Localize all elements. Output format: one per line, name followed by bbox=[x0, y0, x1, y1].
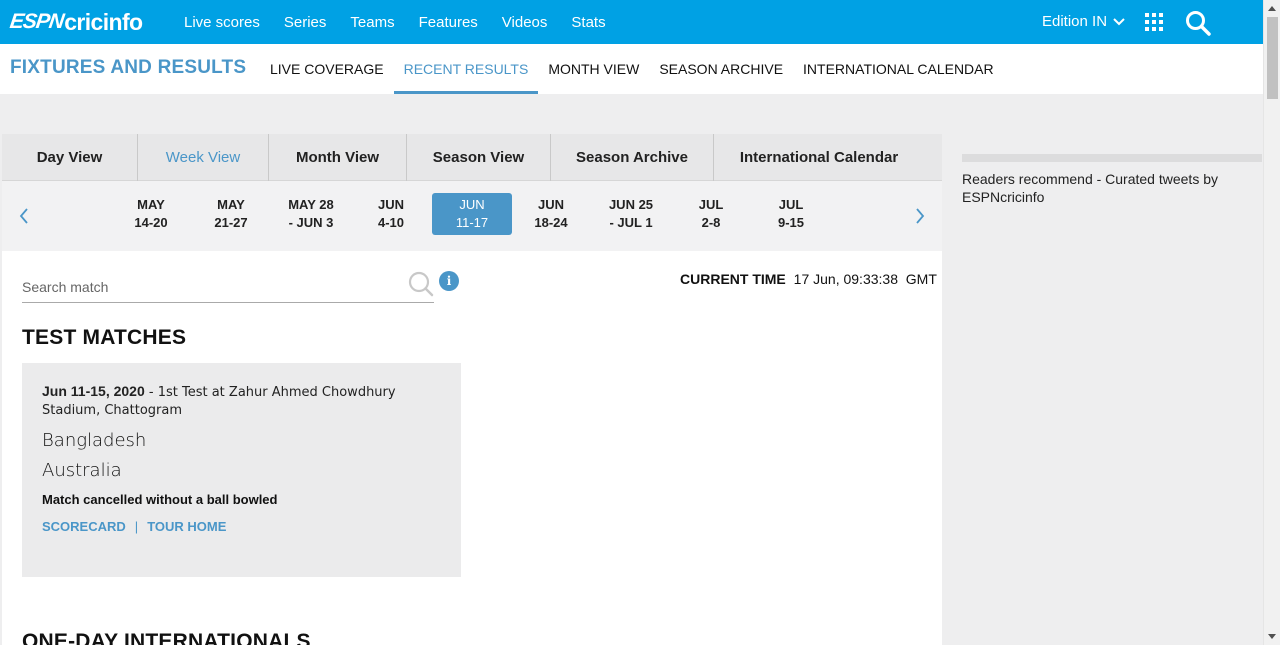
nav-live-scores[interactable]: Live scores bbox=[184, 14, 260, 31]
subnav-month-view[interactable]: MONTH VIEW bbox=[538, 44, 649, 94]
edition-selector[interactable]: Edition IN bbox=[1042, 13, 1125, 30]
page-scrollbar[interactable] bbox=[1263, 0, 1280, 645]
week-item[interactable]: JUL 9-15 bbox=[751, 193, 831, 235]
apps-grid-icon[interactable] bbox=[1145, 13, 1163, 31]
right-rail: Readers recommend - Curated tweets by ES… bbox=[962, 154, 1262, 206]
week-item[interactable]: JUN 4-10 bbox=[351, 193, 431, 235]
week-item[interactable]: MAY 28 - JUN 3 bbox=[271, 193, 351, 235]
week-month: JUL bbox=[778, 197, 804, 212]
week-month: JUL bbox=[698, 197, 724, 212]
match-search bbox=[22, 268, 434, 303]
week-item-selected[interactable]: JUN 11-17 bbox=[432, 193, 512, 235]
match-status: Match cancelled without a ball bowled bbox=[42, 492, 278, 507]
scorecard-link[interactable]: SCORECARD bbox=[42, 519, 126, 534]
week-days: 9-15 bbox=[777, 215, 805, 230]
current-time-label: CURRENT TIME bbox=[680, 271, 786, 287]
tab-season-view[interactable]: Season View bbox=[407, 134, 551, 181]
week-month: MAY 28 bbox=[288, 197, 334, 212]
scroll-down-arrow[interactable] bbox=[1268, 634, 1276, 639]
tab-season-archive[interactable]: Season Archive bbox=[551, 134, 714, 181]
week-month: JUN bbox=[537, 197, 564, 212]
edition-label: Edition IN bbox=[1042, 13, 1108, 30]
match-date: Jun 11-15, 2020 bbox=[42, 383, 145, 399]
week-days: 21-27 bbox=[214, 215, 248, 230]
match-card: Jun 11-15, 2020 - 1st Test at Zahur Ahme… bbox=[22, 363, 461, 577]
chevron-right-icon[interactable] bbox=[912, 204, 928, 228]
chevron-left-icon[interactable] bbox=[16, 204, 32, 228]
tab-month-view[interactable]: Month View bbox=[269, 134, 407, 181]
sub-nav: LIVE COVERAGE RECENT RESULTS MONTH VIEW … bbox=[260, 44, 1004, 94]
nav-features[interactable]: Features bbox=[419, 14, 478, 31]
week-days: - JUL 1 bbox=[609, 215, 653, 230]
week-month: MAY bbox=[217, 197, 245, 212]
week-month: MAY bbox=[137, 197, 165, 212]
magnifier-icon[interactable] bbox=[408, 271, 434, 297]
top-navbar: ESPN cricinfo Live scores Series Teams F… bbox=[0, 0, 1263, 44]
section-title-test-matches: TEST MATCHES bbox=[22, 326, 187, 349]
subnav-recent-results[interactable]: RECENT RESULTS bbox=[393, 44, 539, 94]
nav-videos[interactable]: Videos bbox=[502, 14, 548, 31]
subnav-live-coverage[interactable]: LIVE COVERAGE bbox=[260, 44, 394, 94]
info-icon[interactable]: i bbox=[439, 271, 459, 291]
section-title-odis: ONE-DAY INTERNATIONALS bbox=[22, 630, 311, 645]
week-days: 11-17 bbox=[455, 215, 489, 230]
week-item[interactable]: MAY 14-20 bbox=[111, 193, 191, 235]
nav-stats[interactable]: Stats bbox=[571, 14, 605, 31]
week-item[interactable]: JUN 18-24 bbox=[511, 193, 591, 235]
chevron-down-icon bbox=[1113, 17, 1125, 25]
rail-divider bbox=[962, 154, 1262, 162]
curated-tweets-heading: Readers recommend - Curated tweets by ES… bbox=[962, 171, 1218, 205]
search-icon[interactable] bbox=[1185, 10, 1211, 36]
espn-logo-text: ESPN bbox=[8, 10, 65, 33]
current-time: CURRENT TIME 17 Jun, 09:33:38 GMT bbox=[680, 271, 937, 287]
match-links: SCORECARD | TOUR HOME bbox=[42, 519, 226, 534]
week-days: 2-8 bbox=[701, 215, 721, 230]
page-title[interactable]: FIXTURES AND RESULTS bbox=[10, 57, 246, 79]
match-meta: Jun 11-15, 2020 - 1st Test at Zahur Ahme… bbox=[42, 382, 402, 420]
current-time-value: 17 Jun, 09:33:38 GMT bbox=[793, 271, 937, 287]
week-item[interactable]: MAY 21-27 bbox=[191, 193, 271, 235]
link-separator: | bbox=[134, 519, 139, 534]
search-match-input[interactable] bbox=[22, 273, 402, 301]
team-one[interactable]: Bangladesh bbox=[42, 430, 146, 451]
espncricinfo-logo[interactable]: ESPN cricinfo bbox=[8, 8, 143, 36]
week-days: - JUN 3 bbox=[288, 215, 334, 230]
week-days: 4-10 bbox=[377, 215, 405, 230]
team-two[interactable]: Australia bbox=[42, 460, 122, 481]
scroll-up-arrow[interactable] bbox=[1268, 6, 1276, 11]
week-item[interactable]: JUL 2-8 bbox=[671, 193, 751, 235]
view-tabs: Day View Week View Month View Season Vie… bbox=[2, 134, 942, 181]
main-nav: Live scores Series Teams Features Videos… bbox=[184, 0, 630, 44]
scroll-thumb[interactable] bbox=[1267, 17, 1278, 99]
nav-teams[interactable]: Teams bbox=[350, 14, 394, 31]
fixtures-panel: Day View Week View Month View Season Vie… bbox=[2, 134, 942, 645]
sub-header: FIXTURES AND RESULTS LIVE COVERAGE RECEN… bbox=[0, 44, 1263, 94]
week-days: 14-20 bbox=[134, 215, 168, 230]
week-days: 18-24 bbox=[534, 215, 568, 230]
tour-home-link[interactable]: TOUR HOME bbox=[147, 519, 226, 534]
subnav-season-archive[interactable]: SEASON ARCHIVE bbox=[649, 44, 793, 94]
week-month: JUN bbox=[459, 197, 485, 212]
week-month: JUN 25 bbox=[608, 197, 654, 212]
nav-series[interactable]: Series bbox=[284, 14, 327, 31]
week-month: JUN bbox=[377, 197, 404, 212]
subnav-international-calendar[interactable]: INTERNATIONAL CALENDAR bbox=[793, 44, 1004, 94]
tab-international-calendar[interactable]: International Calendar bbox=[714, 134, 924, 181]
tab-week-view[interactable]: Week View bbox=[138, 134, 269, 181]
week-selector: MAY 14-20 MAY 21-27 MAY 28- JUN 3 JUN 4-10 … bbox=[2, 181, 942, 251]
week-item[interactable]: JUN 25 - JUL 1 bbox=[591, 193, 671, 235]
cricinfo-logo-text: cricinfo bbox=[64, 8, 143, 35]
tab-day-view[interactable]: Day View bbox=[2, 134, 138, 181]
